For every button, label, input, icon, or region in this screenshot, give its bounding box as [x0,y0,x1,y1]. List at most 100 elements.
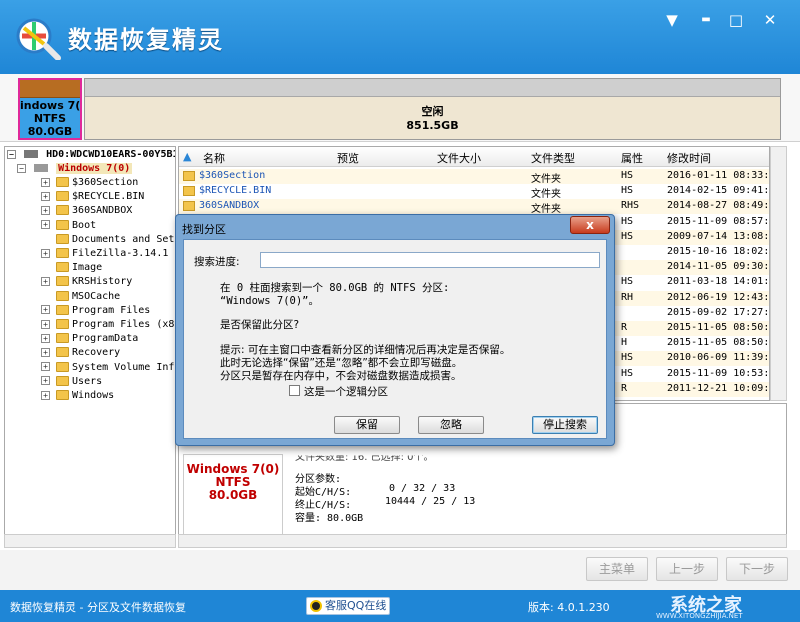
expand-icon[interactable]: + [41,276,50,286]
tree-folder-item[interactable]: + $360Section [41,177,138,191]
partition-label: 空闲 851.5GB [85,97,780,133]
partition-free[interactable]: 空闲 851.5GB [84,78,781,140]
row-attr: R [621,382,628,394]
expand-icon[interactable]: + [41,347,50,357]
list-row[interactable]: $RECYCLE.BIN 文件夹 HS 2014-02-15 09:41:36 [179,184,770,200]
close-button[interactable]: ✕ [760,10,780,30]
drive-icon [34,164,49,172]
list-row[interactable]: 360SANDBOX 文件夹 RHS 2014-08-27 08:49:54 [179,199,769,215]
tree-folder-item[interactable]: + Boot [41,219,96,234]
expand-icon[interactable]: + [41,333,50,343]
detail-size: 80.0GB [208,488,258,502]
tree-folder-item[interactable]: + 360SANDBOX [41,205,132,219]
col-type[interactable]: 文件类型 [531,150,575,166]
tree-folder-item[interactable]: + System Volume Infor [41,361,176,376]
folder-icon [56,361,70,372]
row-attr: HS [621,276,634,288]
list-vertical-scrollbar[interactable] [770,146,787,401]
row-mtime: 2011-03-18 14:01:36 [667,276,770,288]
tree-folder-label: Image [72,262,103,274]
col-size[interactable]: 文件大小 [437,150,481,166]
folder-tree[interactable]: − HD0:WDCWD10EARS-00Y5B1 − Windows 7(0) … [4,146,176,548]
expand-icon[interactable]: + [41,319,50,329]
tree-folder-item[interactable]: + ProgramData [41,333,138,347]
expand-icon[interactable]: + [41,220,50,230]
ignore-button[interactable]: 忽略 [418,416,484,434]
collapse-icon[interactable]: − [7,149,16,159]
free-size: 851.5GB [406,119,459,132]
collapse-icon[interactable]: − [17,163,26,173]
row-attr: HS [621,170,634,181]
row-mtime: 2014-02-15 09:41:36 [667,185,770,197]
row-name: $RECYCLE.BIN [199,185,272,197]
row-mtime: 2015-11-05 08:50:46 [667,337,770,349]
row-type: 文件夹 [531,174,561,185]
start-value: 0 / 32 / 33 [389,483,456,494]
folder-icon [183,171,195,181]
prev-button[interactable]: 上一步 [656,557,718,581]
minimize-button[interactable]: ▬ [696,10,716,30]
expand-icon[interactable]: + [41,177,50,187]
tree-folder-item[interactable]: + Image [41,262,102,276]
qq-support-button[interactable]: 客服QQ在线 [306,597,390,615]
tree-folder-label: ProgramData [72,333,139,345]
tree-horizontal-scrollbar[interactable] [4,534,176,548]
expand-icon[interactable]: + [41,390,50,400]
expand-icon[interactable]: + [41,248,50,258]
tree-folder-item[interactable]: + Documents and Setti [41,233,175,248]
tree-folder-label: Program Files [72,304,151,316]
stop-search-button[interactable]: 停止搜索 [532,416,598,434]
main-menu-button[interactable]: 主菜单 [586,557,648,581]
expand-icon[interactable]: + [41,376,50,386]
partition-windows7[interactable]: indows 7(0) NTFS 80.0GB [18,78,82,140]
expand-icon[interactable]: + [41,205,50,215]
tree-folder-item[interactable]: + FileZilla-3.14.1 [41,248,168,262]
watermark-url: WWW.XITONGZHIJIA.NET [656,612,743,620]
tree-folder-item[interactable]: + Program Files (x86) [41,319,175,333]
tree-disk[interactable]: − HD0:WDCWD10EARS-00Y5B1 [7,149,175,163]
tree-folder-item[interactable]: + Program Files [41,304,151,319]
row-mtime: 2010-06-09 11:39:02 [667,352,770,364]
tree-folder-label: Windows [72,390,115,401]
partition-label: indows 7(0) NTFS 80.0GB [20,98,80,138]
row-attr: HS [621,230,634,242]
tree-folder-label: KRSHistory [72,276,133,288]
row-attr: H [621,337,628,349]
col-mtime[interactable]: 修改时间 [667,150,711,166]
dialog-close-button[interactable]: x [570,216,610,234]
up-arrow-icon[interactable]: ▲ [183,150,191,163]
row-attr: HS [621,185,634,197]
menu-icon[interactable]: ▼ [662,10,682,30]
tree-folder-item[interactable]: + MSOCache [41,290,120,305]
keep-button[interactable]: 保留 [334,416,400,434]
maximize-button[interactable]: □ [726,10,746,30]
folder-icon [56,390,70,400]
tree-folder-label: $RECYCLE.BIN [72,191,145,203]
tree-folder-item[interactable]: + $RECYCLE.BIN [41,191,144,205]
list-header: ▲ 名称 预览 文件大小 文件类型 属性 修改时间 [179,147,769,167]
dialog-hint-3: 分区只是暂存在内存中，不会对磁盘数据造成损害。 [220,370,462,382]
col-preview[interactable]: 预览 [337,150,359,166]
folder-icon [56,262,70,273]
detail-horizontal-scrollbar[interactable] [178,534,787,548]
tree-folder-item[interactable]: + Recovery [41,347,120,361]
col-name[interactable]: 名称 [203,150,225,166]
next-button[interactable]: 下一步 [726,557,788,581]
expand-icon[interactable]: + [41,305,50,315]
tree-folder-item[interactable]: + KRSHistory [41,276,132,290]
expand-icon[interactable]: + [41,191,50,201]
row-attr: RHS [621,200,640,212]
tree-folder-item[interactable]: + Windows [41,390,114,404]
tree-volume[interactable]: − Windows 7(0) [17,163,133,177]
tree-folder-label: System Volume Infor [72,361,176,373]
folder-icon [56,375,70,386]
col-attr[interactable]: 属性 [621,150,643,166]
tree-folder-item[interactable]: + Users [41,375,102,390]
expand-icon[interactable]: + [41,362,50,372]
nav-bar: 主菜单 上一步 下一步 [0,550,800,590]
row-mtime: 2015-11-09 10:53:53 [667,367,770,379]
list-row[interactable]: $360Section 文件夹 HS 2016-01-11 08:33:47 [179,169,769,185]
logical-partition-checkbox[interactable] [289,385,300,396]
row-attr: R [621,322,628,333]
checkbox-label[interactable]: 这是一个逻辑分区 [304,384,388,399]
